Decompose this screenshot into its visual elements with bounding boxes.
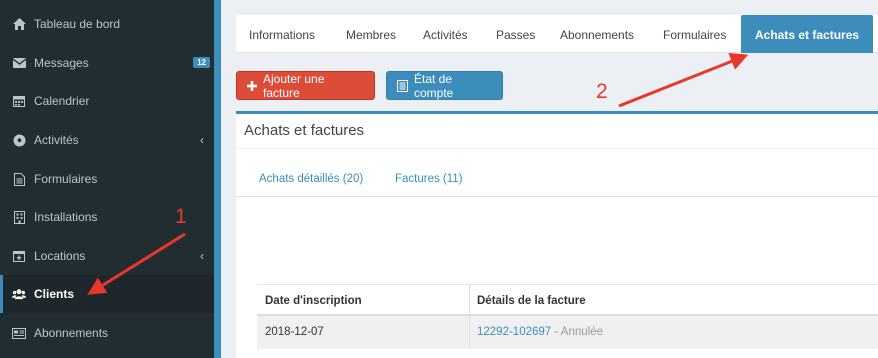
tab-activites[interactable]: Activités: [423, 15, 468, 53]
add-invoice-button[interactable]: Ajouter une facture: [236, 71, 375, 100]
sidebar-item-activites[interactable]: Activités ‹: [0, 121, 214, 159]
sidebar-scrollbar[interactable]: [214, 0, 221, 358]
sidebar: Tableau de bord Messages 12 Calendrier A…: [0, 0, 214, 358]
cell-date: 2018-12-07: [265, 326, 324, 338]
account-statement-label: État de compte: [414, 71, 454, 100]
sidebar-item-label: Installations: [34, 210, 98, 224]
plus-icon: [247, 80, 257, 91]
soccer-ball-icon: [12, 133, 26, 147]
calendar-plus-icon: [12, 249, 26, 263]
subtab-achats-detailles[interactable]: Achats détaillés (20): [259, 173, 363, 185]
invoice-status: Annulée: [560, 326, 603, 338]
invoice-separator: -: [551, 326, 561, 338]
users-icon: [12, 287, 26, 301]
subtab-bar: Achats détaillés (20) Factures (11): [236, 151, 878, 197]
main-content: Informations Membres Activités Passes Ab…: [221, 0, 878, 358]
column-header-invoice-details[interactable]: Détails de la facture: [469, 285, 586, 317]
cell-invoice-details: 12292-102697 - Annulée: [469, 316, 603, 349]
tab-membres[interactable]: Membres: [346, 15, 396, 53]
sidebar-item-label: Abonnements: [34, 326, 109, 340]
sidebar-item-label: Formulaires: [34, 172, 98, 186]
sidebar-item-calendrier[interactable]: Calendrier: [0, 82, 214, 120]
sidebar-item-label: Locations: [34, 249, 86, 263]
tab-bar: Informations Membres Activités Passes Ab…: [236, 15, 878, 53]
account-statement-button[interactable]: État de compte: [386, 71, 503, 100]
table-header-row: Date d'inscription Détails de la facture: [257, 284, 878, 316]
sidebar-item-locations[interactable]: Locations ‹: [0, 237, 214, 275]
building-icon: [12, 210, 26, 224]
chevron-left-icon: ‹: [200, 133, 204, 147]
tab-informations[interactable]: Informations: [249, 15, 315, 53]
sidebar-item-label: Tableau de bord: [34, 17, 121, 31]
annotation-number-2: 2: [596, 80, 608, 103]
tab-achats-et-factures[interactable]: Achats et factures: [741, 15, 874, 53]
newspaper-icon: [12, 326, 26, 340]
column-header-date[interactable]: Date d'inscription: [257, 285, 362, 317]
tab-passes[interactable]: Passes: [496, 15, 535, 53]
purchases-invoices-panel: Achats et factures Achats détaillés (20)…: [236, 111, 878, 358]
sidebar-item-clients[interactable]: Clients: [0, 275, 214, 313]
tab-formulaires[interactable]: Formulaires: [663, 15, 726, 53]
sidebar-item-label: Clients: [34, 287, 75, 301]
divider: [236, 148, 878, 149]
list-document-icon: [397, 79, 408, 92]
annotation-number-1: 1: [175, 205, 187, 228]
envelope-icon: [12, 56, 26, 70]
invoice-link[interactable]: 12292-102697: [477, 326, 551, 338]
subtab-factures[interactable]: Factures (11): [395, 173, 463, 185]
panel-title: Achats et factures: [244, 122, 365, 139]
table-row: 2018-12-07 12292-102697 - Annulée: [257, 316, 878, 349]
tab-abonnements[interactable]: Abonnements: [560, 15, 634, 53]
app-window: Tableau de bord Messages 12 Calendrier A…: [0, 0, 878, 358]
home-icon: [12, 17, 26, 31]
sidebar-item-label: Calendrier: [34, 94, 90, 108]
chevron-left-icon: ‹: [200, 249, 204, 263]
sidebar-item-formulaires[interactable]: Formulaires: [0, 160, 214, 198]
sidebar-item-tableau-de-bord[interactable]: Tableau de bord: [0, 5, 214, 43]
add-invoice-label: Ajouter une facture: [263, 71, 325, 100]
messages-count-badge: 12: [193, 57, 210, 68]
sidebar-item-label: Activités: [34, 133, 79, 147]
calendar-icon: [12, 94, 26, 108]
sidebar-item-abonnements[interactable]: Abonnements: [0, 314, 214, 352]
sidebar-item-messages[interactable]: Messages 12: [0, 44, 214, 82]
sidebar-item-label: Messages: [34, 56, 89, 70]
document-icon: [12, 172, 26, 186]
